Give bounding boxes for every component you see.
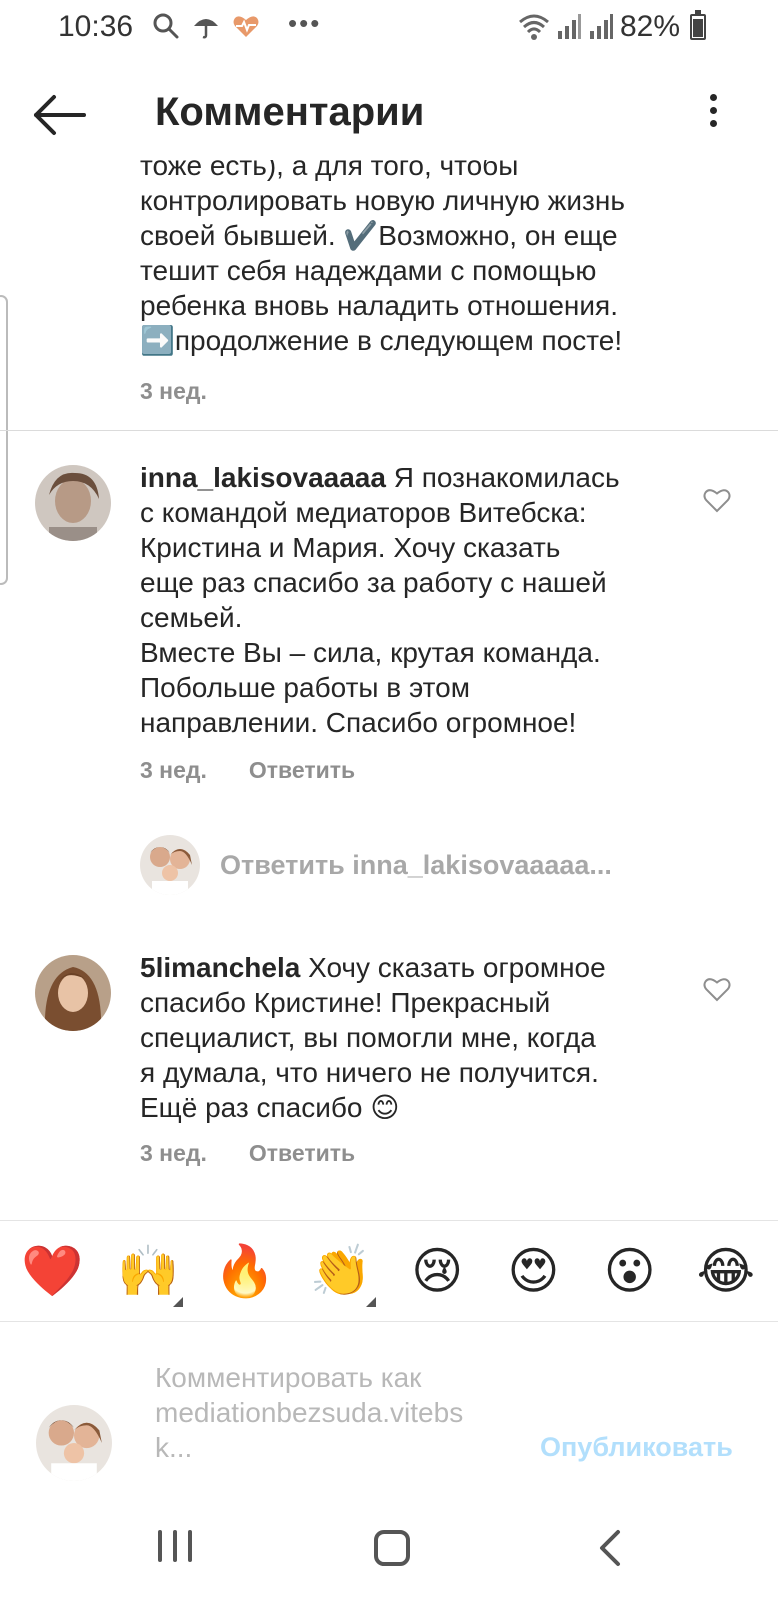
emoji-fire-button[interactable]: 🔥: [210, 1241, 280, 1301]
more-vertical-icon: [709, 94, 717, 101]
avatar-photo: [36, 1405, 112, 1481]
comment-meta: 3 нед. Ответить: [140, 1140, 355, 1167]
comment-line: спасибо Кристине! Прекрасный: [140, 987, 551, 1018]
own-avatar: [140, 835, 200, 895]
like-heart-icon[interactable]: [703, 487, 731, 513]
recent-apps-button[interactable]: [158, 1530, 192, 1564]
comment-text: inna_lakisovaaaaa Я познакомилась с кома…: [140, 460, 660, 740]
emoji-quick-bar: ❤️ 🙌 🔥 👏 😢 😍 😮 😂: [0, 1220, 778, 1322]
heart-pulse-icon: [233, 16, 259, 37]
comment-input[interactable]: Комментировать как mediationbezsuda.vite…: [155, 1360, 515, 1465]
comment-line: специалист, вы помогли мне, когда: [140, 1022, 596, 1053]
comments-list[interactable]: тоже есть), а для того, чтобы контролиро…: [0, 160, 778, 1220]
comment-line: 5limanchela Хочу сказать огромное: [140, 950, 660, 985]
comment-username[interactable]: 5limanchela: [140, 952, 300, 983]
like-heart-icon[interactable]: [703, 976, 731, 1002]
comment-line-text: Хочу сказать огромное: [300, 952, 606, 983]
signal-icon: [557, 14, 581, 39]
emoji-heart-button[interactable]: ❤️: [17, 1241, 87, 1301]
home-button[interactable]: [374, 1530, 410, 1566]
caption-line: своей бывшей. ✔️Возможно, он еще: [140, 220, 618, 251]
emoji-clap-button[interactable]: 👏: [306, 1241, 376, 1307]
comment-line: еще раз спасибо за работу с нашей: [140, 567, 607, 598]
reply-to-placeholder[interactable]: Ответить inna_lakisovaaaaa...: [220, 850, 612, 881]
back-button[interactable]: [30, 92, 90, 138]
skin-tone-indicator: [365, 1297, 376, 1307]
chevron-left-icon: [600, 1530, 620, 1566]
skin-tone-indicator: [173, 1297, 184, 1307]
system-nav-bar: [0, 1510, 778, 1599]
caption-line: тешит себя надеждами с помощью: [140, 255, 597, 286]
comment-line: семьей.: [140, 602, 243, 633]
comment-line-text: Я познакомилась: [385, 462, 620, 493]
more-vertical-button[interactable]: [698, 88, 728, 144]
more-dots-icon: •••: [288, 8, 322, 38]
battery-icon: [690, 10, 706, 40]
emoji-glyph: 👏: [309, 1243, 372, 1299]
avatar-photo: [35, 465, 111, 541]
search-icon: [153, 13, 179, 39]
comment-text: 5limanchela Хочу сказать огромное спасиб…: [140, 950, 660, 1125]
header: Комментарии: [0, 70, 778, 160]
comment-line: Вместе Вы – сила, крутая команда.: [140, 637, 601, 668]
emoji-laughing-button[interactable]: 😂: [691, 1241, 761, 1301]
emoji-crying-button[interactable]: 😢: [402, 1241, 472, 1301]
emoji-glyph: 🙌: [117, 1243, 180, 1299]
emoji-raised-hands-button[interactable]: 🙌: [113, 1241, 184, 1307]
post-caption: тоже есть), а для того, чтобы контролиро…: [140, 160, 700, 358]
signal-icon: [589, 14, 613, 39]
divider: [0, 430, 778, 431]
caption-line: ребенка вновь наладить отношения.: [140, 290, 618, 321]
status-notification-icons: [152, 12, 260, 40]
avatar-photo: [140, 835, 200, 895]
recent-apps-icon: [158, 1530, 162, 1562]
page-title: Комментарии: [155, 90, 425, 134]
caption-line: ➡️продолжение в следующем посте!: [140, 325, 623, 356]
comment-line: Кристина и Мария. Хочу сказать: [140, 532, 561, 563]
status-time: 10:36: [58, 10, 134, 43]
commenter-avatar[interactable]: [35, 955, 111, 1031]
comment-input-placeholder: k...: [155, 1432, 193, 1463]
avatar-photo: [35, 955, 111, 1031]
recent-apps-bar: [173, 1530, 177, 1562]
umbrella-icon: [194, 19, 218, 39]
comment-input-placeholder: Комментировать как: [155, 1362, 422, 1393]
caption-timestamp: 3 нед.: [140, 378, 207, 404]
caption-line: контролировать новую личную жизнь: [140, 185, 625, 216]
status-system-icons: 82%: [518, 10, 708, 44]
comment-line: Побольше работы в этом: [140, 672, 470, 703]
more-vertical-dot: [709, 107, 717, 114]
arrow-left-icon: [34, 95, 86, 135]
composer-avatar: [36, 1405, 112, 1481]
publish-button[interactable]: Опубликовать: [540, 1432, 733, 1463]
commenter-avatar[interactable]: [35, 465, 111, 541]
comment-timestamp: 3 нед.: [140, 757, 207, 783]
comment-input-placeholder: mediationbezsuda.vitebs: [155, 1397, 464, 1428]
edge-panel-handle[interactable]: [0, 295, 8, 585]
system-back-button[interactable]: [596, 1528, 626, 1568]
reply-button[interactable]: Ответить: [249, 757, 355, 784]
emoji-surprised-button[interactable]: 😮: [595, 1241, 665, 1301]
more-vertical-dot: [709, 120, 717, 127]
caption-line: тоже есть), а для того, чтобы: [140, 160, 519, 181]
comment-line: я думала, что ничего не получится.: [140, 1057, 599, 1088]
status-bar: 10:36 ••• 82%: [0, 0, 778, 56]
emoji-heart-eyes-button[interactable]: 😍: [498, 1241, 568, 1301]
comment-username[interactable]: inna_lakisovaaaaa: [140, 462, 386, 493]
comment-line: Ещё раз спасибо 😊: [140, 1092, 400, 1123]
comment-line: направлении. Спасибо огромное!: [140, 707, 577, 738]
wifi-icon: [518, 14, 549, 40]
comment-line: inna_lakisovaaaaa Я познакомилась: [140, 460, 660, 495]
comment-timestamp: 3 нед.: [140, 1140, 207, 1166]
reply-button[interactable]: Ответить: [249, 1140, 355, 1167]
comment-line: с командой медиаторов Витебска:: [140, 497, 587, 528]
comment-meta: 3 нед. Ответить: [140, 757, 355, 784]
recent-apps-bar: [188, 1530, 192, 1562]
battery-percent: 82%: [619, 10, 680, 43]
reply-prompt-row[interactable]: Ответить inna_lakisovaaaaa...: [140, 835, 612, 895]
